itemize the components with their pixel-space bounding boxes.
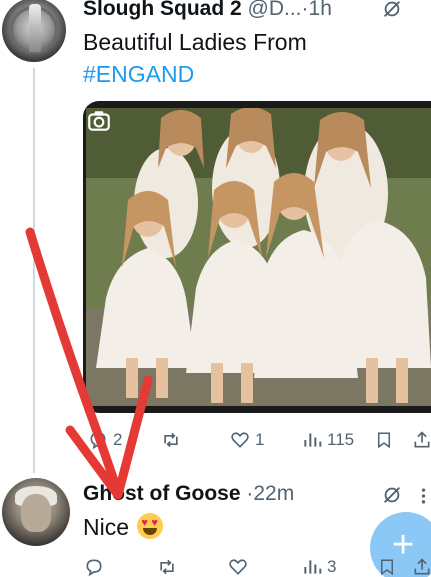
like-action[interactable] bbox=[228, 557, 253, 577]
reply-action[interactable] bbox=[84, 557, 109, 577]
post-time[interactable]: 22m bbox=[253, 482, 294, 505]
heart-icon bbox=[229, 559, 247, 575]
more-dots-icon bbox=[421, 488, 426, 504]
post-media[interactable] bbox=[83, 101, 431, 413]
hashtag-link[interactable]: #ENGAND bbox=[83, 60, 194, 88]
post-header: Ghost of Goose ·22m bbox=[83, 482, 294, 506]
views-icon bbox=[304, 560, 322, 574]
emoji-eye-left: ♥ bbox=[141, 517, 148, 529]
retweet-action[interactable] bbox=[160, 430, 187, 450]
bookmark-icon bbox=[378, 432, 390, 449]
reply-action[interactable]: 2 bbox=[88, 430, 122, 450]
reply-icon bbox=[86, 559, 102, 577]
share-icon bbox=[414, 558, 430, 575]
heart-icon bbox=[231, 432, 249, 448]
views-count: 3 bbox=[327, 557, 337, 576]
post-header: Slough Squad 2 @D...·1h bbox=[83, 0, 332, 21]
heart-eyes-emoji: ♥ ♥ bbox=[137, 513, 164, 539]
author-handle[interactable]: @D... bbox=[248, 0, 302, 20]
author-name[interactable]: Slough Squad 2 bbox=[83, 0, 242, 20]
camera-icon[interactable] bbox=[86, 108, 112, 134]
reply-icon bbox=[90, 432, 106, 450]
bookmark-action[interactable] bbox=[378, 557, 396, 577]
separator-dot: · bbox=[301, 0, 309, 20]
emoji-mouth bbox=[143, 528, 158, 535]
reply-count: 2 bbox=[113, 430, 123, 449]
bookmark-action[interactable] bbox=[375, 430, 393, 450]
more-action[interactable] bbox=[416, 486, 431, 506]
retweet-icon bbox=[164, 432, 178, 448]
post-text-content: Nice bbox=[83, 514, 130, 540]
views-action[interactable]: 3 bbox=[302, 557, 336, 577]
retweet-action[interactable] bbox=[156, 557, 183, 577]
like-count: 1 bbox=[255, 430, 265, 449]
views-icon bbox=[304, 433, 322, 447]
like-action[interactable]: 1 bbox=[230, 430, 264, 450]
share-action[interactable] bbox=[412, 557, 431, 577]
photo[interactable] bbox=[86, 108, 431, 406]
thread-connector-line bbox=[33, 68, 35, 473]
views-action[interactable]: 115 bbox=[302, 430, 354, 450]
views-count: 115 bbox=[327, 430, 355, 449]
author-name[interactable]: Ghost of Goose bbox=[83, 482, 241, 505]
post-time[interactable]: 1h bbox=[309, 0, 332, 20]
share-icon bbox=[414, 431, 430, 448]
post-text: Beautiful Ladies From bbox=[83, 29, 307, 55]
post-text: Nice ♥ ♥ bbox=[83, 513, 164, 541]
avatar[interactable] bbox=[2, 478, 70, 546]
avatar-emblem bbox=[29, 4, 41, 52]
group-portrait-image bbox=[86, 108, 431, 406]
retweet-icon bbox=[160, 559, 174, 575]
avatar[interactable] bbox=[2, 0, 66, 62]
avatar-face bbox=[21, 494, 51, 532]
emoji-eye-right: ♥ bbox=[151, 517, 158, 529]
grok-icon[interactable] bbox=[381, 484, 403, 506]
share-action[interactable] bbox=[412, 430, 431, 450]
grok-icon[interactable] bbox=[381, 0, 403, 20]
bookmark-icon bbox=[381, 559, 393, 576]
